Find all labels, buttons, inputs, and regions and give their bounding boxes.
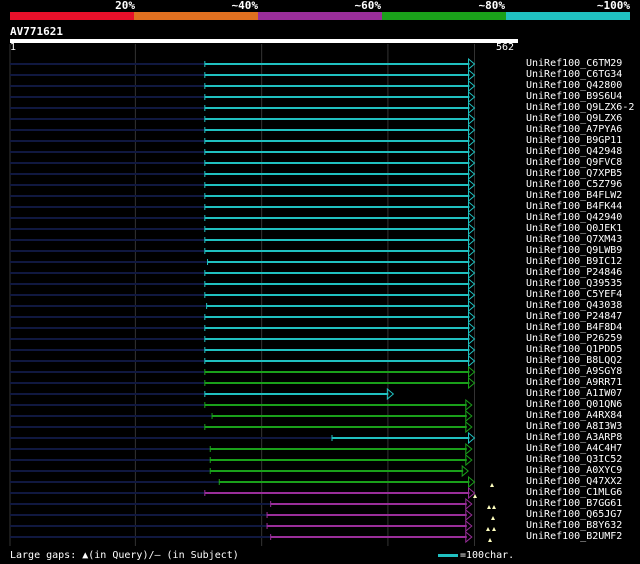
- hit-label[interactable]: UniRef100_Q42948: [526, 146, 622, 157]
- hit-label[interactable]: UniRef100_B7GG61: [526, 498, 622, 509]
- hit-label[interactable]: UniRef100_A7PYA6: [526, 124, 622, 135]
- query-gap-marker: [488, 538, 492, 542]
- query-gap-marker: [492, 527, 496, 531]
- hit-label[interactable]: UniRef100_Q9LZX6: [526, 113, 622, 124]
- hit-label[interactable]: UniRef100_Q9LWB9: [526, 245, 622, 256]
- hit-label[interactable]: UniRef100_Q9LZX6-2: [526, 102, 634, 113]
- hit-label[interactable]: UniRef100_P24846: [526, 267, 622, 278]
- hit-label[interactable]: UniRef100_B8LQQ2: [526, 355, 622, 366]
- hit-label[interactable]: UniRef100_Q7XM43: [526, 234, 622, 245]
- hit-label[interactable]: UniRef100_B8Y632: [526, 520, 622, 531]
- query-gap-marker: [490, 483, 494, 487]
- hit-label[interactable]: UniRef100_B2UMF2: [526, 531, 622, 542]
- query-gap-marker: [491, 516, 495, 520]
- hit-label[interactable]: UniRef100_Q7XPB5: [526, 168, 622, 179]
- hit-label[interactable]: UniRef100_C5Z796: [526, 179, 622, 190]
- hit-label[interactable]: UniRef100_Q47XX2: [526, 476, 622, 487]
- hit-label[interactable]: UniRef100_Q9FVC8: [526, 157, 622, 168]
- hit-label[interactable]: UniRef100_Q42800: [526, 80, 622, 91]
- hit-label[interactable]: UniRef100_A9RR71: [526, 377, 622, 388]
- hit-label[interactable]: UniRef100_Q42940: [526, 212, 622, 223]
- hit-label[interactable]: UniRef100_P26259: [526, 333, 622, 344]
- hit-label[interactable]: UniRef100_A9SGY8: [526, 366, 622, 377]
- hit-label[interactable]: UniRef100_Q01QN6: [526, 399, 622, 410]
- hit-label[interactable]: UniRef100_B4FLW2: [526, 190, 622, 201]
- hit-label[interactable]: UniRef100_Q43038: [526, 300, 622, 311]
- hit-label[interactable]: UniRef100_Q0JEK1: [526, 223, 622, 234]
- hit-label[interactable]: UniRef100_Q65JG7: [526, 509, 622, 520]
- footer-gap-legend: Large gaps: ▲(in Query)/— (in Subject): [10, 550, 239, 561]
- hit-label[interactable]: UniRef100_Q1PDD5: [526, 344, 622, 355]
- hit-label[interactable]: UniRef100_A4RX84: [526, 410, 622, 421]
- hit-label[interactable]: UniRef100_B9S6U4: [526, 91, 622, 102]
- hit-label[interactable]: UniRef100_Q3IC52: [526, 454, 622, 465]
- hit-label[interactable]: UniRef100_C1MLG6: [526, 487, 622, 498]
- hit-label[interactable]: UniRef100_Q39535: [526, 278, 622, 289]
- hit-label[interactable]: UniRef100_A8I3W3: [526, 421, 622, 432]
- hit-label[interactable]: UniRef100_B9IC12: [526, 256, 622, 267]
- query-gap-marker: [486, 527, 490, 531]
- hit-label[interactable]: UniRef100_P24847: [526, 311, 622, 322]
- hit-label[interactable]: UniRef100_C6TG34: [526, 69, 622, 80]
- hit-label[interactable]: UniRef100_A0XYC9: [526, 465, 622, 476]
- hit-label[interactable]: UniRef100_A4C4H7: [526, 443, 622, 454]
- hit-label[interactable]: UniRef100_B4FK44: [526, 201, 622, 212]
- hit-label[interactable]: UniRef100_B9GP11: [526, 135, 622, 146]
- hit-label[interactable]: UniRef100_A3ARP8: [526, 432, 622, 443]
- hit-label[interactable]: UniRef100_C6TM29: [526, 58, 622, 69]
- hit-label[interactable]: UniRef100_B4F8D4: [526, 322, 622, 333]
- hit-label[interactable]: UniRef100_C5YEF4: [526, 289, 622, 300]
- scale-swatch: [438, 554, 458, 557]
- scale-label: =100char.: [460, 550, 515, 561]
- query-gap-marker: [473, 494, 477, 498]
- query-gap-marker: [492, 505, 496, 509]
- hit-label[interactable]: UniRef100_A1IW07: [526, 388, 622, 399]
- query-gap-marker: [487, 505, 491, 509]
